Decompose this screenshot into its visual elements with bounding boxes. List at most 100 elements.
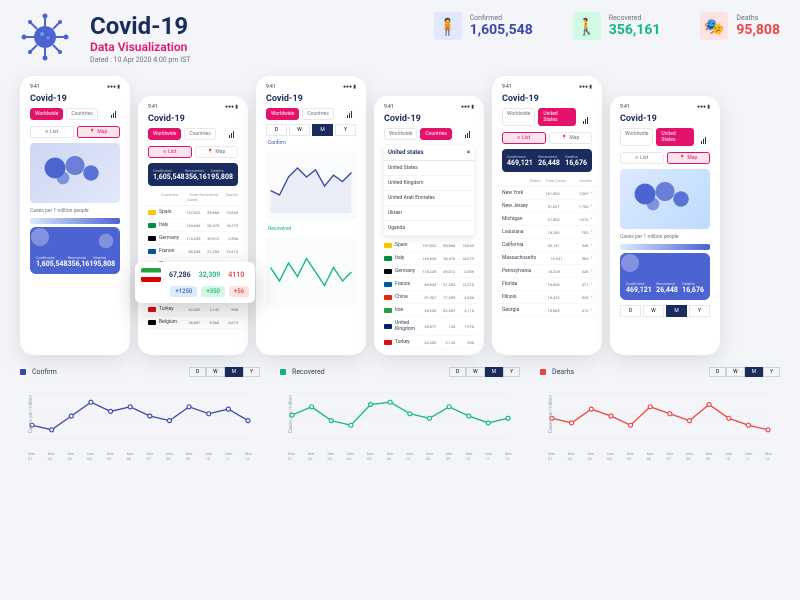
us-summary-card: Confirmed469,121 Recovered26,448 Deaths1… — [620, 253, 710, 300]
summary-card: Confirmed1,605,548 Recovered356,161 Deat… — [30, 227, 120, 274]
range-toggle[interactable]: D W M Y — [262, 122, 360, 138]
table-row[interactable]: California20,191548› — [498, 239, 596, 252]
view-list[interactable]: ≡List — [30, 126, 74, 138]
virus-icon — [20, 12, 70, 62]
bottom-chart-recovered: Recovered DWMY Cases per million Mar01Ma… — [280, 367, 520, 461]
list-icon: ≡ — [45, 129, 48, 135]
bars-icon[interactable] — [579, 108, 592, 126]
bars-icon[interactable] — [225, 128, 238, 140]
table-row[interactable]: Belgium26,6675,5683,019 — [144, 316, 242, 329]
tab-us[interactable]: United States — [656, 128, 694, 146]
table-row[interactable]: Illinois16,422528› — [498, 291, 596, 304]
range-toggle[interactable]: DWMY — [189, 367, 260, 377]
phone-country-list: 9:41●●● ▮ Covid-19 Worldwide Countries ≡… — [138, 96, 248, 355]
view-list[interactable]: ≡List — [502, 132, 546, 144]
person-walk-icon: 🚶 — [573, 12, 601, 40]
bars-icon[interactable] — [107, 108, 120, 120]
range-toggle[interactable]: D W M Y — [616, 303, 714, 319]
dropdown-item[interactable]: United Arab Emirates — [384, 191, 474, 206]
us-totals: Confirmed469,121 Recovered26,448 Deaths1… — [502, 149, 592, 172]
table-row[interactable]: Georgia10,885412› — [498, 304, 596, 317]
phone-world-map: 9:41●●● ▮ Covid-19 Worldwide Countries ≡… — [20, 76, 130, 355]
pin-icon: 📍 — [89, 129, 95, 135]
tab-worldwide[interactable]: Worldwide — [266, 108, 299, 120]
country-dropdown[interactable]: United states× United StatesUnited Kingd… — [384, 145, 474, 236]
tab-worldwide[interactable]: Worldwide — [30, 108, 63, 120]
bottom-chart-deaths: Dearhs DWMY Cases per million Mar01Mar02… — [540, 367, 780, 461]
person-check-icon: 🧍 — [434, 12, 462, 40]
tab-worldwide[interactable]: Worldwide — [502, 108, 535, 126]
tab-us[interactable]: United States — [538, 108, 576, 126]
dropdown-item[interactable]: Ukrain — [384, 206, 474, 221]
table-row[interactable]: Italy143,62628,47018,279 — [144, 219, 242, 232]
view-list[interactable]: ≡List — [620, 152, 664, 164]
view-list[interactable]: ≡List — [148, 146, 192, 158]
list-icon: ≡ — [163, 149, 166, 155]
view-map[interactable]: 📍Map — [667, 152, 711, 164]
dated-label: Dated : 10 Apr 2020 4:00 pm IST — [90, 56, 190, 64]
table-row[interactable]: Germany118,23549,0122,536 — [144, 232, 242, 245]
table-row[interactable]: United Kingdom65,0771357,978 — [380, 317, 478, 336]
stat-deaths: 🎭 Deaths95,808 — [700, 12, 780, 40]
stat-confirmed: 🧍 Confirmed1,605,548 — [434, 12, 533, 40]
page-subtitle: Data Visualization — [90, 40, 190, 54]
table-row[interactable]: Spain157,02255,66815,843 — [380, 239, 478, 252]
tab-worldwide[interactable]: Worldwide — [620, 128, 653, 146]
table-row[interactable]: Turkey42,2822,142908 — [144, 303, 242, 316]
gradient-legend — [620, 244, 710, 250]
legend-dot — [280, 369, 286, 375]
iran-flag-icon — [141, 268, 161, 282]
tab-worldwide[interactable]: Worldwide — [384, 128, 417, 140]
world-map[interactable] — [30, 143, 120, 203]
table-row[interactable]: Massachusetts18,941503› — [498, 252, 596, 265]
legend-dot — [540, 369, 546, 375]
table-row[interactable]: Italy143,62628,47018,279 — [380, 252, 478, 265]
dropdown-item[interactable]: United States — [384, 161, 474, 176]
tab-countries[interactable]: Countries — [66, 108, 97, 120]
tab-countries[interactable]: Countries — [420, 128, 451, 140]
bars-icon[interactable] — [461, 128, 474, 140]
range-toggle[interactable]: DWMY — [709, 367, 780, 377]
phone-dropdown: 9:41●●● ▮ Covid-19 Worldwide Countries U… — [374, 96, 484, 355]
table-row[interactable]: Michigan21,5041,076› — [498, 213, 596, 226]
signal-icon: ●●● ▮ — [107, 84, 120, 90]
legend-dot — [20, 369, 26, 375]
table-row[interactable]: Louisiana18,283702› — [498, 226, 596, 239]
page-title: Covid-19 — [90, 12, 190, 40]
view-map[interactable]: 📍Map — [195, 146, 239, 158]
us-map[interactable] — [620, 169, 710, 229]
close-icon[interactable]: × — [467, 149, 470, 156]
table-row[interactable]: New York161,5047,067› — [498, 187, 596, 200]
table-row[interactable]: France86,33421,25412,210 — [380, 278, 478, 291]
tab-worldwide[interactable]: Worldwide — [148, 128, 181, 140]
dropdown-item[interactable]: Uganda — [384, 221, 474, 236]
table-row[interactable]: Iran66,22032,3094,110 — [380, 304, 478, 317]
tab-countries[interactable]: Countries — [184, 128, 215, 140]
bottom-charts: Confirm DWMY Cases per million Mar01Mar0… — [20, 367, 780, 461]
table-row[interactable]: Pennsylvania18,228338› — [498, 265, 596, 278]
table-row[interactable]: China81,90777,4553,336 — [380, 291, 478, 304]
tab-countries[interactable]: Countries — [302, 108, 333, 120]
table-row[interactable]: Germany118,23549,0122,536 — [380, 265, 478, 278]
table-row[interactable]: Spain157,02255,66815,843 — [144, 206, 242, 219]
dropdown-item[interactable]: United Kingdom — [384, 176, 474, 191]
view-map[interactable]: 📍Map — [77, 126, 121, 138]
range-toggle[interactable]: DWMY — [449, 367, 520, 377]
table-row[interactable]: New Jersey51,0271,700› — [498, 200, 596, 213]
table-row[interactable]: France86,33421,25412,210 — [144, 245, 242, 258]
country-tooltip: 67,286 32,309 4110 +1250 +350 +56 — [135, 262, 255, 303]
totals-bar: Confirmed1,605,548 Recovered356,161 Deat… — [148, 163, 238, 186]
table-row[interactable]: Turkey42,2822,142908 — [380, 336, 478, 349]
phone-charts: 9:41●●● ▮ Covid-19 Worldwide Countries D… — [256, 76, 366, 355]
recovered-chart — [266, 237, 356, 307]
table-row[interactable]: Florida16,826371› — [498, 278, 596, 291]
confirm-chart — [266, 151, 356, 221]
bottom-chart-confirm: Confirm DWMY Cases per million Mar01Mar0… — [20, 367, 260, 461]
phone-us-states: 9:41●●● ▮ Covid-19 Worldwide United Stat… — [492, 76, 602, 355]
stat-recovered: 🚶 Recovered356,161 — [573, 12, 661, 40]
bars-icon[interactable] — [697, 128, 710, 146]
pin-icon: 📍 — [207, 149, 213, 155]
view-map[interactable]: 📍Map — [549, 132, 593, 144]
phone-mockups: 9:41●●● ▮ Covid-19 Worldwide Countries ≡… — [20, 76, 780, 355]
bars-icon[interactable] — [343, 108, 356, 120]
